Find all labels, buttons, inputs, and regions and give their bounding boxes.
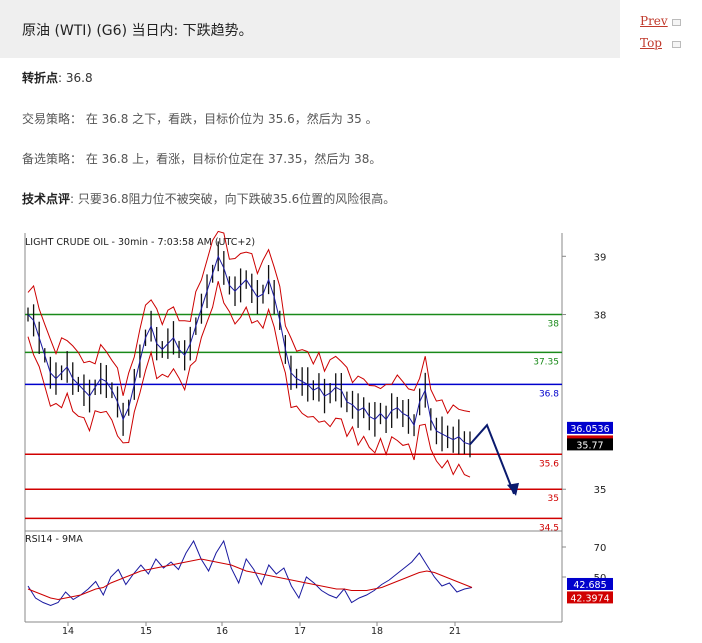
level-label: 38 [548,320,560,330]
rsi-line [27,539,473,607]
price-tag-label: 35.77 [576,440,603,451]
rsi-axis-label: 70 [594,543,607,554]
rsi-tag-label: 42.685 [573,580,606,591]
x-axis-label: 16 [216,626,228,637]
x-axis-label: 18 [371,626,383,637]
price-line [27,254,471,445]
price-axis-label: 38 [594,311,607,322]
level-label: 35 [548,494,559,504]
price-axis-label: 39 [594,252,607,263]
level-label: 35.6 [539,459,559,469]
x-axis-label: 21 [449,626,461,637]
x-axis-label: 14 [62,626,74,637]
price-axis-label: 35 [594,485,607,496]
level-label: 37.35 [533,357,559,367]
price-chart: LIGHT CRUDE OIL - 30min - 7:03:58 AM (UT… [24,230,613,637]
price-tag-label: 36.0536 [570,424,609,435]
chart-title: LIGHT CRUDE OIL - 30min - 7:03:58 AM (UT… [25,237,255,248]
x-axis-label: 15 [140,626,152,637]
forecast-arrow [469,423,515,495]
level-label: 34.5 [539,523,559,533]
x-axis-label: 17 [294,626,306,637]
rsi-tag-label: 42.3974 [570,593,609,604]
rsi-title: RSI14 - 9MA [25,534,83,545]
upper-bollinger-band [27,230,471,415]
lower-bollinger-band [27,281,471,478]
level-label: 36.8 [539,389,559,399]
